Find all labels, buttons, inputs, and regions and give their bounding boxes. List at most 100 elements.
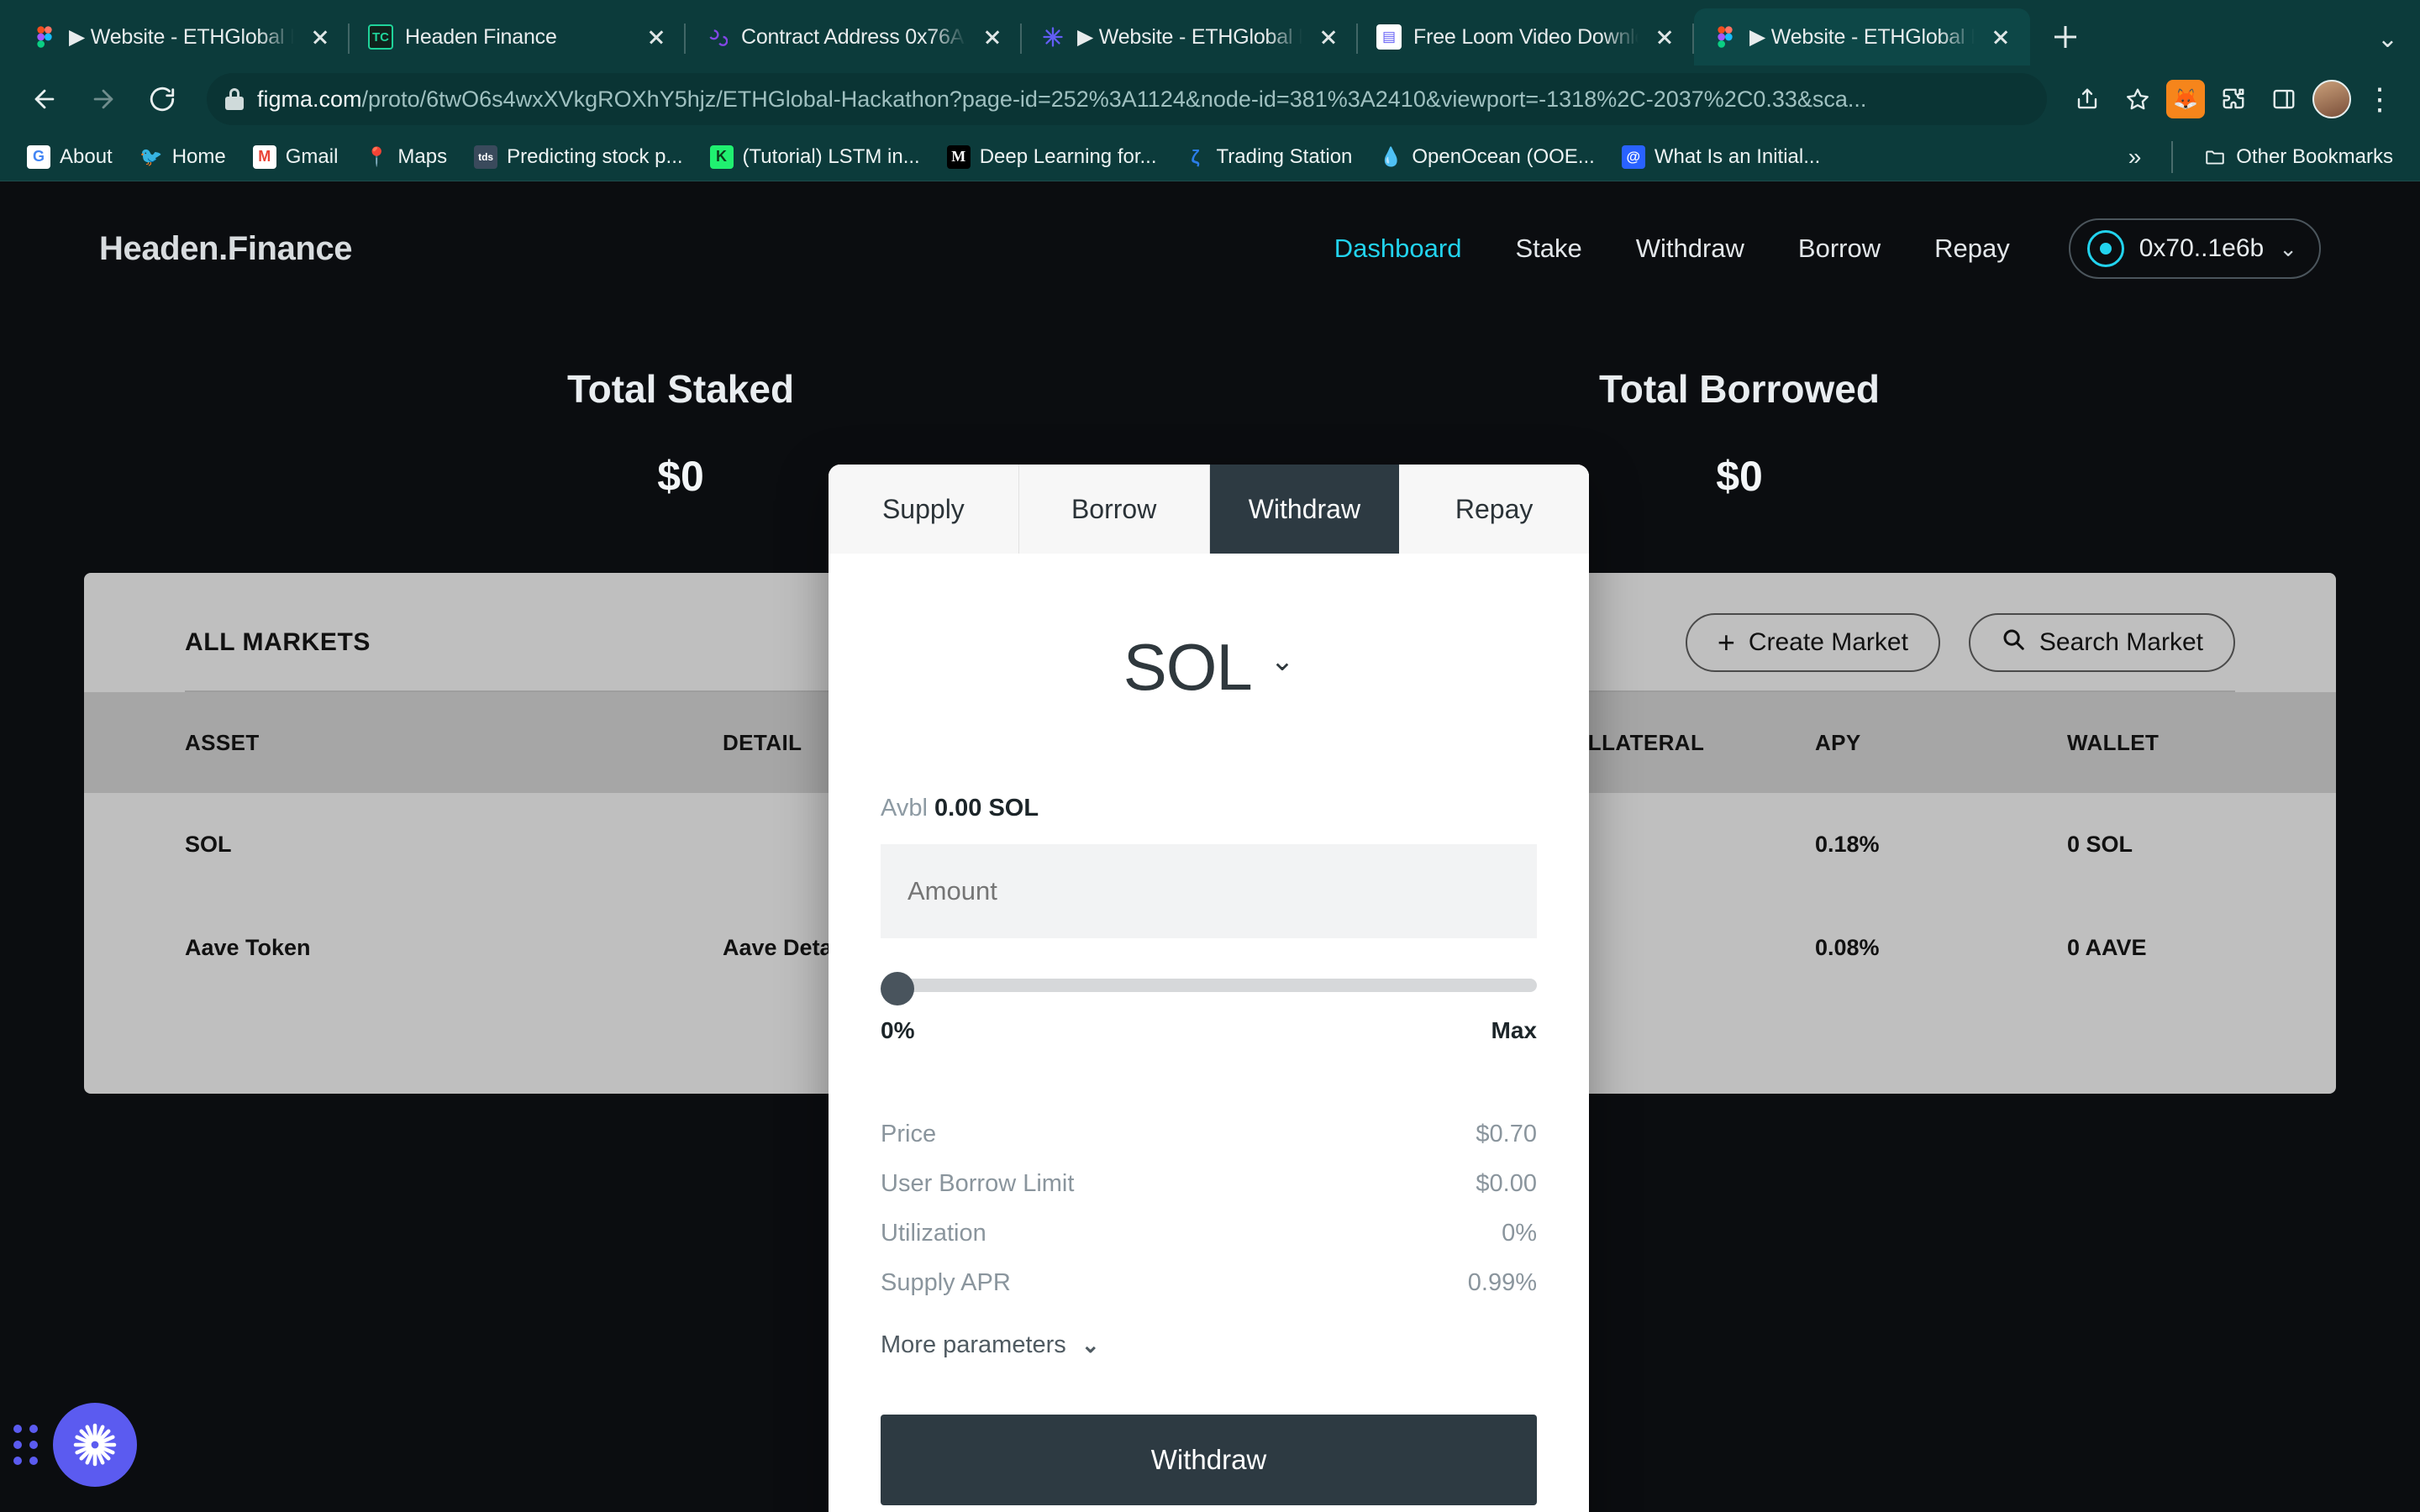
bookmark-label: Deep Learning for...	[979, 144, 1157, 168]
tab-repay[interactable]: Repay	[1399, 465, 1589, 554]
browser-toolbar: figma.com/proto/6twO6s4wxXVkgROXhY5hjz/E…	[0, 66, 2420, 133]
new-tab-button[interactable]	[2042, 13, 2089, 60]
close-icon[interactable]	[1650, 23, 1679, 51]
detail-value: 0%	[1502, 1220, 1537, 1247]
nav-item-repay[interactable]: Repay	[1907, 234, 2037, 264]
share-icon[interactable]	[2065, 77, 2109, 121]
close-icon[interactable]	[978, 23, 1007, 51]
close-icon[interactable]	[306, 23, 334, 51]
modal-body: SOL ⌄ Avbl 0.00 SOL 0% Max	[829, 554, 1589, 1505]
slider-max-label[interactable]: Max	[1491, 1017, 1537, 1044]
google-icon: G	[27, 144, 50, 169]
asset-selector[interactable]: SOL ⌄	[881, 554, 1537, 795]
other-bookmarks-label: Other Bookmarks	[2236, 144, 2393, 168]
bookmark-deep-learning[interactable]: M Deep Learning for...	[935, 138, 1169, 176]
amount-slider[interactable]: 0% Max	[881, 938, 1537, 1044]
detail-label: User Borrow Limit	[881, 1170, 1075, 1197]
tab-withdraw[interactable]: Withdraw	[1209, 465, 1400, 554]
slider-min-label: 0%	[881, 1017, 915, 1043]
column-header-wallet[interactable]: WALLET	[2067, 692, 2336, 793]
browser-tab[interactable]: ▤ Free Loom Video Download	[1358, 8, 1694, 66]
browser-tab[interactable]: ▶ Website - ETHGlobal Hac	[1022, 8, 1358, 66]
bookmark-lstm-tutorial[interactable]: K (Tutorial) LSTM in...	[698, 138, 932, 176]
bookmark-home[interactable]: 🐦 Home	[128, 138, 238, 176]
url-path: /proto/6twO6s4wxXVkgROXhY5hjz/ETHGlobal-…	[361, 86, 1867, 112]
bookmark-label: Trading Station	[1216, 144, 1353, 168]
gmail-icon: M	[252, 144, 276, 169]
tab-supply[interactable]: Supply	[829, 465, 1019, 554]
chevron-down-icon: ⌄	[2279, 235, 2297, 261]
bookmarks-bar: G About 🐦 Home M Gmail 📍 Maps tds Predic…	[0, 133, 2420, 181]
slider-track[interactable]	[901, 979, 1537, 992]
close-icon[interactable]	[1314, 23, 1343, 51]
drag-dots-icon[interactable]	[13, 1425, 38, 1465]
loom-star-icon	[1040, 24, 1065, 50]
close-icon[interactable]	[642, 23, 671, 51]
puzzle-icon[interactable]	[2212, 77, 2255, 121]
amount-input[interactable]	[881, 844, 1537, 938]
search-market-button[interactable]: Search Market	[1968, 613, 2235, 672]
lock-icon	[225, 88, 244, 110]
tab-title: Headen Finance	[405, 24, 557, 49]
reload-icon[interactable]	[136, 73, 188, 125]
column-header-asset[interactable]: ASSET	[84, 692, 723, 793]
bookmarks-overflow-icon[interactable]: »	[2117, 144, 2154, 171]
sidepanel-icon[interactable]	[2262, 77, 2306, 121]
chevron-down-icon[interactable]: ⌄	[2377, 24, 2398, 54]
nav-item-borrow[interactable]: Borrow	[1771, 234, 1907, 264]
bookmark-maps[interactable]: 📍 Maps	[353, 138, 459, 176]
metamask-icon[interactable]: 🦊	[2166, 80, 2205, 118]
bookmark-gmail[interactable]: M Gmail	[241, 138, 350, 176]
brand-logo[interactable]: Headen.Finance	[99, 230, 353, 268]
bookmark-trading-station[interactable]: ζ Trading Station	[1172, 138, 1365, 176]
bookmarks-right: » Other Bookmarks	[2117, 138, 2405, 176]
nav-item-dashboard[interactable]: Dashboard	[1307, 234, 1489, 264]
figma-asterisk-icon[interactable]	[53, 1403, 137, 1487]
detail-label: Price	[881, 1121, 937, 1147]
tab-borrow[interactable]: Borrow	[1018, 465, 1210, 554]
menu-kebab-icon[interactable]: ⋮	[2358, 77, 2402, 121]
detail-row-price: Price $0.70	[881, 1110, 1537, 1159]
cell-collateral: –	[1555, 896, 1815, 1000]
more-parameters-toggle[interactable]: More parameters ⌄	[881, 1331, 1537, 1359]
arrow-forward-icon[interactable]	[77, 73, 129, 125]
loom-doc-icon: ▤	[1376, 24, 1402, 50]
bookmark-investopedia[interactable]: @ What Is an Initial...	[1610, 138, 1832, 176]
tab-title: Contract Address 0x76A1e	[741, 24, 966, 49]
modal-tab-bar: Supply Borrow Withdraw Repay	[829, 465, 1589, 554]
bookmark-openocean[interactable]: 💧 OpenOcean (OOE...	[1367, 138, 1606, 176]
main-navigation: Dashboard Stake Withdraw Borrow Repay 0x…	[1307, 218, 2321, 279]
bookmark-predicting-stock[interactable]: tds Predicting stock p...	[462, 138, 694, 176]
tds-icon: tds	[474, 144, 498, 169]
browser-tab[interactable]: ▶ Website - ETHGlobal Hac	[13, 8, 350, 66]
url-domain: figma.com	[257, 86, 362, 112]
detail-value: $0.00	[1476, 1170, 1537, 1197]
figma-floating-widget	[13, 1403, 137, 1487]
detail-label: Supply APR	[881, 1269, 1011, 1296]
profile-avatar[interactable]	[2312, 80, 2351, 118]
browser-tab[interactable]: TC Headen Finance	[350, 8, 686, 66]
trading-icon: ζ	[1191, 145, 1200, 167]
column-header-apy[interactable]: APY	[1815, 692, 2067, 793]
chevron-down-icon: ⌄	[1081, 1332, 1100, 1357]
bookmark-about[interactable]: G About	[15, 138, 124, 176]
nav-item-withdraw[interactable]: Withdraw	[1609, 234, 1771, 264]
address-bar[interactable]: figma.com/proto/6twO6s4wxXVkgROXhY5hjz/E…	[207, 73, 2047, 125]
bookmark-label: What Is an Initial...	[1654, 144, 1821, 168]
browser-tab-active[interactable]: ▶ Website - ETHGlobal Hac	[1694, 8, 2030, 66]
other-bookmarks-folder[interactable]: Other Bookmarks	[2191, 138, 2405, 176]
wallet-button[interactable]: 0x70..1e6b ⌄	[2068, 218, 2321, 279]
slider-knob[interactable]	[881, 972, 914, 1005]
close-icon[interactable]	[1986, 23, 2015, 51]
browser-tab[interactable]: Contract Address 0x76A1e	[686, 8, 1022, 66]
create-market-button[interactable]: + Create Market	[1685, 613, 1940, 672]
tab-title: ▶ Website - ETHGlobal Hac	[69, 25, 294, 49]
bookmark-label: Maps	[397, 144, 448, 168]
arrow-back-icon[interactable]	[18, 73, 71, 125]
star-icon[interactable]	[2116, 77, 2160, 121]
medium-icon: M	[946, 144, 971, 169]
withdraw-button[interactable]: Withdraw	[881, 1415, 1537, 1505]
column-header-collateral[interactable]: COLLATERAL	[1555, 692, 1815, 793]
nav-item-stake[interactable]: Stake	[1488, 234, 1608, 264]
asset-name: SOL	[1123, 630, 1253, 704]
